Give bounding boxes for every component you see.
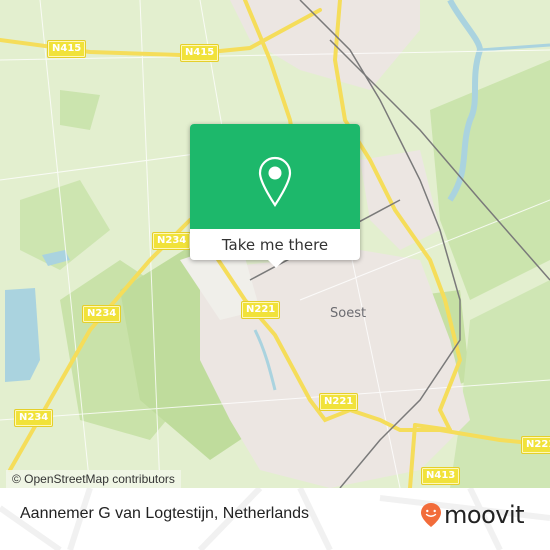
moovit-logo[interactable]: moovit [420, 501, 525, 529]
road-label-n413: N413 [420, 467, 461, 485]
road-label-n221-east: N221 [520, 436, 550, 454]
road-label-n221-south: N221 [318, 393, 359, 411]
moovit-wordmark: moovit [444, 501, 525, 529]
popup-header[interactable] [190, 124, 360, 229]
footer-bar: Aannemer G van Logtestijn, Netherlands m… [0, 488, 550, 550]
road-label-n234-mid: N234 [81, 305, 122, 323]
place-label-soest: Soest [330, 306, 367, 321]
road-label-n234-north: N234 [151, 232, 192, 250]
road-label-n415-west: N415 [46, 40, 87, 58]
location-title: Aannemer G van Logtestijn, Netherlands [20, 505, 310, 522]
popup-pointer [267, 259, 285, 268]
road-label-n415-east: N415 [179, 44, 220, 62]
lake [5, 288, 40, 382]
map-pin-icon [258, 156, 292, 207]
map-view[interactable]: N415 N415 N234 N234 N234 N221 N221 N221 … [0, 0, 550, 488]
osm-attribution[interactable]: © OpenStreetMap contributors [6, 470, 181, 488]
moovit-pin-icon [421, 503, 441, 527]
location-popup[interactable]: Take me there [190, 124, 360, 268]
road-label-n221-west: N221 [240, 301, 281, 319]
road-label-n234-south: N234 [13, 409, 54, 427]
take-me-there-button[interactable]: Take me there [190, 229, 360, 260]
